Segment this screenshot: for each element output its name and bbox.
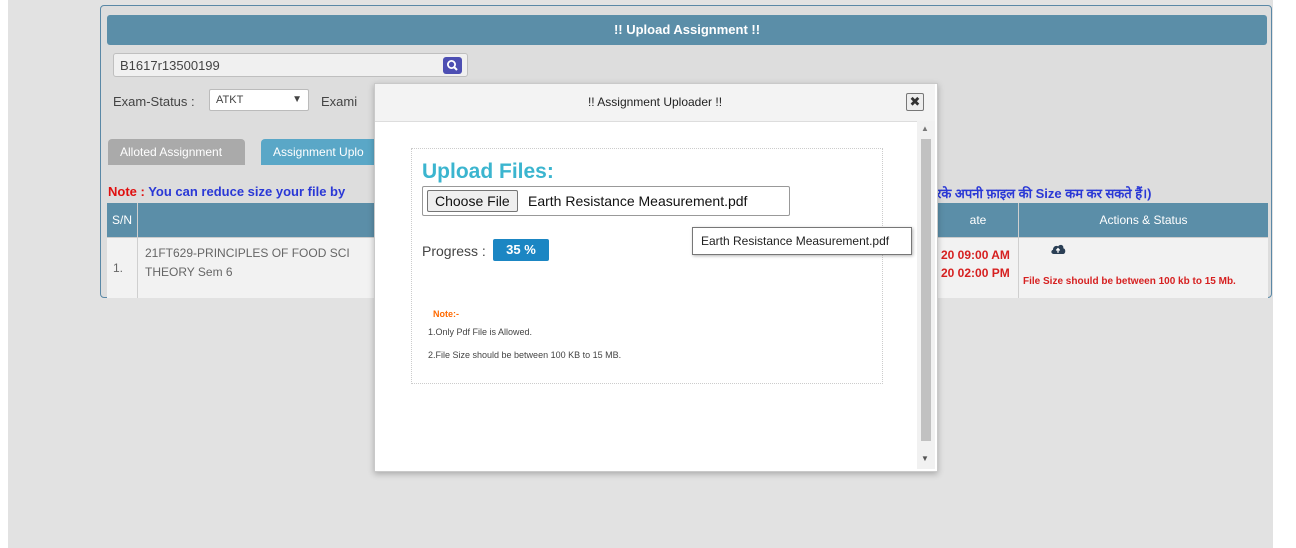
exam-label: Exami	[321, 94, 358, 109]
upload-title: Upload Files:	[422, 160, 554, 183]
scroll-up-arrow-icon[interactable]: ▲	[921, 124, 929, 133]
close-icon: ✖	[909, 94, 921, 109]
col-header-date: ate	[938, 203, 1018, 237]
scroll-down-arrow-icon[interactable]: ▼	[921, 454, 929, 463]
note-text: You can reduce size your file by	[148, 184, 346, 199]
col-header-sn: S/N	[107, 203, 137, 237]
size-note-hindi: रके अपनी फ़ाइल की Size कम कर सकते हैं।)	[936, 186, 1152, 201]
note-item: 1.Only Pdf File is Allowed.	[428, 327, 533, 337]
close-button[interactable]: ✖	[906, 93, 924, 111]
column-divider	[137, 203, 138, 298]
file-input[interactable]: Choose File Earth Resistance Measurement…	[422, 186, 790, 216]
tab-alloted-assignment[interactable]: Alloted Assignment	[108, 139, 245, 165]
chevron-down-icon: ▼	[292, 94, 302, 105]
row-start-time: 20 09:00 AM	[941, 248, 1010, 262]
progress-value: 35 %	[493, 239, 549, 261]
upload-area: Upload Files: Choose File Earth Resistan…	[411, 148, 883, 384]
row-subject-code: 21FT629-PRINCIPLES OF FOOD SCI	[145, 246, 350, 260]
search-button[interactable]	[443, 57, 462, 74]
choose-file-button[interactable]: Choose File	[427, 190, 518, 212]
exam-status-select[interactable]: ATKT ▼	[209, 89, 309, 111]
column-divider	[1018, 203, 1019, 298]
cloud-upload-icon[interactable]	[1050, 243, 1066, 255]
row-subject-sem: THEORY Sem 6	[145, 265, 233, 279]
exam-status-label: Exam-Status :	[113, 94, 195, 109]
search-icon	[447, 60, 458, 71]
file-name-tooltip: Earth Resistance Measurement.pdf	[692, 227, 912, 255]
note-heading: Note:-	[433, 309, 459, 319]
note-prefix: Note :	[108, 184, 149, 199]
scroll-thumb[interactable]	[921, 139, 931, 441]
selected-file-name: Earth Resistance Measurement.pdf	[528, 193, 748, 209]
assignment-uploader-modal: !! Assignment Uploader !! ✖ Upload Files…	[374, 83, 938, 472]
note-item: 2.File Size should be between 100 KB to …	[428, 350, 622, 360]
modal-title: !! Assignment Uploader !!	[375, 84, 935, 122]
row-sn: 1.	[113, 261, 124, 275]
row-end-time: 20 02:00 PM	[941, 266, 1010, 280]
tab-assignment-upload[interactable]: Assignment Uplo	[261, 139, 381, 165]
panel-title: !! Upload Assignment !!	[107, 15, 1267, 45]
col-header-actions: Actions & Status	[1019, 203, 1268, 237]
row-status-text: File Size should be between 100 kb to 15…	[1023, 276, 1236, 287]
search-input[interactable]: B1617r13500199	[113, 53, 468, 77]
progress-label: Progress :	[422, 243, 486, 259]
exam-status-value: ATKT	[216, 94, 244, 106]
modal-scrollbar[interactable]: ▲ ▼	[917, 121, 935, 469]
size-note: Note : You can reduce size your file by	[108, 184, 345, 199]
